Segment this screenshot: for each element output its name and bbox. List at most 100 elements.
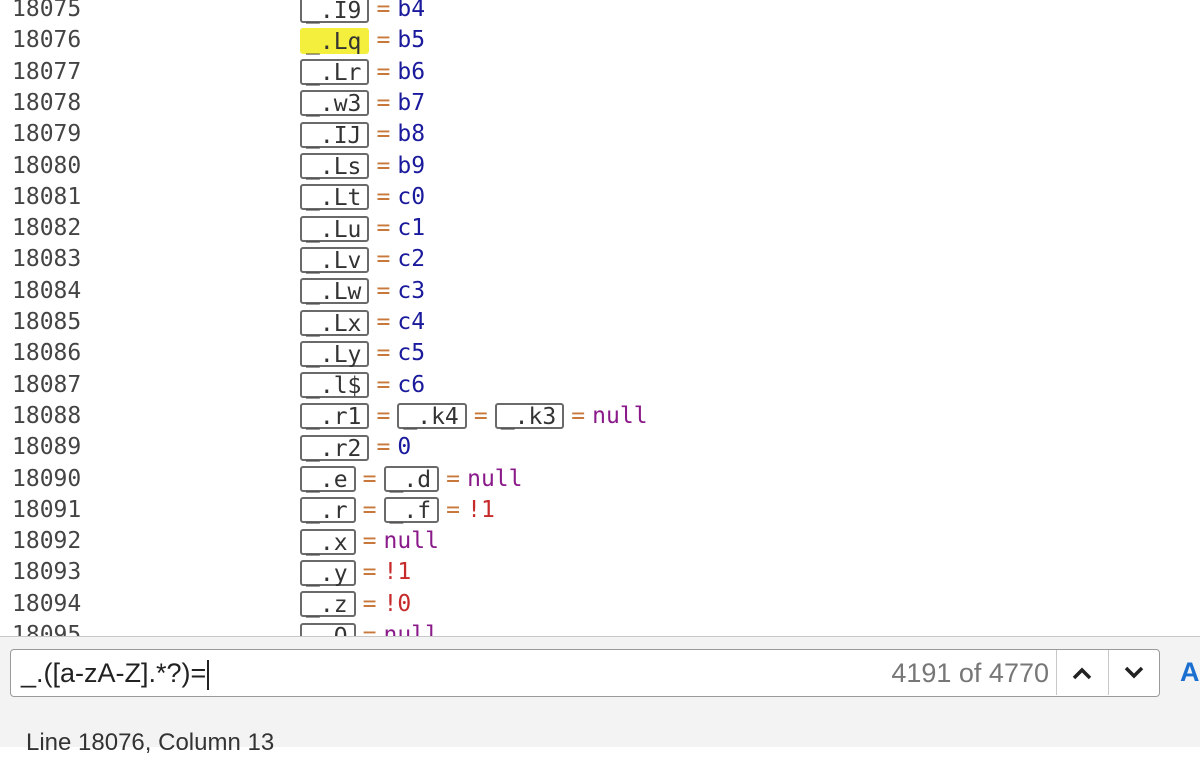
code-content[interactable]: _.w3 = b7 bbox=[300, 88, 425, 119]
code-line[interactable]: 18093 _.y = !1 bbox=[0, 557, 1200, 588]
line-number: 18094 bbox=[12, 590, 82, 617]
code-content[interactable]: _.Ls = b9 bbox=[300, 151, 425, 182]
code-line[interactable]: 18086 _.Ly = c5 bbox=[0, 338, 1200, 369]
line-number: 18084 bbox=[12, 277, 82, 304]
code-token[interactable]: _.f bbox=[383, 497, 440, 524]
code-content[interactable]: _.x = null bbox=[300, 526, 439, 557]
equals-operator: = bbox=[376, 402, 391, 429]
find-query-text[interactable]: _.([a-zA-Z].*?)= bbox=[21, 656, 209, 690]
next-match-button[interactable] bbox=[1108, 650, 1159, 695]
code-token[interactable]: _.I9 bbox=[300, 0, 370, 23]
code-content[interactable]: _.l$ = c6 bbox=[300, 370, 425, 401]
code-line[interactable]: 18087 _.l$ = c6 bbox=[0, 370, 1200, 401]
code-content[interactable]: _.r2 = 0 bbox=[300, 432, 411, 463]
code-content[interactable]: _.Lx = c4 bbox=[300, 307, 425, 338]
find-options-button[interactable]: A bbox=[1180, 657, 1200, 688]
code-content[interactable]: _.Lu = c1 bbox=[300, 213, 425, 244]
code-token[interactable]: _.Lr bbox=[300, 59, 370, 86]
equals-operator: = bbox=[376, 434, 391, 461]
code-token[interactable]: _.r1 bbox=[300, 403, 370, 430]
code-value: c2 bbox=[397, 246, 426, 273]
code-line[interactable]: 18080 _.Ls = b9 bbox=[0, 151, 1200, 182]
code-line[interactable]: 18083 _.Lv = c2 bbox=[0, 244, 1200, 275]
code-line[interactable]: 18095 _.O = null bbox=[0, 620, 1200, 636]
code-value: !0 bbox=[383, 590, 412, 617]
code-value: c4 bbox=[397, 309, 426, 335]
code-line[interactable]: 18082 _.Lu = c1 bbox=[0, 213, 1200, 244]
code-value: c1 bbox=[397, 215, 426, 242]
equals-operator: = bbox=[376, 340, 391, 367]
code-token[interactable]: _.Lv bbox=[300, 246, 370, 273]
find-bar: _.([a-zA-Z].*?)= 4191 of 4770 A Line 180… bbox=[0, 636, 1200, 756]
code-value: c6 bbox=[397, 371, 426, 398]
code-token[interactable]: _.z bbox=[300, 591, 356, 618]
code-token[interactable]: _.Ls bbox=[300, 153, 370, 179]
code-token[interactable]: _.x bbox=[300, 528, 356, 555]
highlighted-match-token[interactable]: _.Lq bbox=[300, 27, 370, 54]
code-token[interactable]: _.e bbox=[300, 466, 356, 492]
code-token[interactable]: _.Lx bbox=[300, 309, 370, 336]
code-content[interactable]: _.Lt = c0 bbox=[300, 182, 425, 213]
code-value: b8 bbox=[397, 121, 426, 148]
previous-match-button[interactable] bbox=[1056, 650, 1107, 695]
code-content[interactable]: _.z = !0 bbox=[300, 589, 411, 620]
code-line[interactable]: 18079 _.IJ = b8 bbox=[0, 119, 1200, 150]
code-token[interactable]: _.y bbox=[300, 559, 356, 586]
code-token[interactable]: _.Ly bbox=[300, 340, 370, 367]
code-token[interactable]: _.Lt bbox=[300, 184, 370, 211]
code-token[interactable]: _.k4 bbox=[397, 403, 467, 430]
code-token[interactable]: _.k3 bbox=[494, 403, 565, 430]
code-token[interactable]: _.r bbox=[300, 497, 356, 524]
code-token[interactable]: _.w3 bbox=[300, 90, 370, 117]
code-value: !1 bbox=[467, 496, 495, 523]
code-line[interactable]: 18077 _.Lr = b6 bbox=[0, 57, 1200, 88]
code-line[interactable]: 18090 _.e = _.d = null bbox=[0, 464, 1200, 495]
code-token[interactable]: _.l$ bbox=[300, 372, 370, 399]
code-editor[interactable]: 18075 _.I9 = b4 18076 _.Lq = b5 18077 _.Lr = b6 1807… bbox=[0, 0, 1200, 636]
code-content[interactable]: _.Lr = b6 bbox=[300, 57, 425, 88]
code-line[interactable]: 18084 _.Lw = c3 bbox=[0, 276, 1200, 307]
equals-operator: = bbox=[362, 590, 377, 617]
code-line[interactable]: 18088 _.r1 = _.k4 = _.k3 = null bbox=[0, 401, 1200, 432]
code-content[interactable]: _.Ly = c5 bbox=[300, 338, 425, 369]
chevron-up-icon bbox=[1072, 667, 1092, 679]
code-line[interactable]: 18075 _.I9 = b4 bbox=[0, 0, 1200, 25]
code-value: c3 bbox=[397, 277, 426, 304]
code-token[interactable]: _.d bbox=[383, 466, 440, 492]
line-number: 18078 bbox=[12, 89, 82, 116]
code-line[interactable]: 18076 _.Lq = b5 bbox=[0, 25, 1200, 56]
code-line[interactable]: 18089 _.r2 = 0 bbox=[0, 432, 1200, 463]
equals-operator: = bbox=[362, 465, 377, 492]
code-value: b7 bbox=[397, 89, 426, 116]
code-content[interactable]: _.r1 = _.k4 = _.k3 = null bbox=[300, 401, 648, 432]
code-line[interactable]: 18094 _.z = !0 bbox=[0, 589, 1200, 620]
code-content[interactable]: _.I9 = b4 bbox=[300, 0, 425, 25]
line-number: 18075 bbox=[12, 0, 82, 22]
equals-operator: = bbox=[376, 58, 391, 85]
code-content[interactable]: _.O = null bbox=[300, 620, 439, 636]
code-content[interactable]: _.y = !1 bbox=[300, 557, 411, 588]
code-content[interactable]: _.e = _.d = null bbox=[300, 464, 522, 495]
code-line[interactable]: 18092 _.x = null bbox=[0, 526, 1200, 557]
code-content[interactable]: _.IJ = b8 bbox=[300, 119, 425, 150]
code-token[interactable]: _.Lu bbox=[300, 215, 370, 242]
code-line[interactable]: 18091 _.r = _.f = !1 bbox=[0, 495, 1200, 526]
code-line[interactable]: 18078 _.w3 = b7 bbox=[0, 88, 1200, 119]
code-content[interactable]: _.r = _.f = !1 bbox=[300, 495, 495, 526]
code-token[interactable]: _.IJ bbox=[300, 121, 370, 148]
code-content[interactable]: _.Lv = c2 bbox=[300, 244, 425, 275]
chevron-down-icon bbox=[1124, 666, 1144, 678]
equals-operator: = bbox=[376, 246, 391, 273]
code-value: b5 bbox=[397, 27, 426, 54]
code-token[interactable]: _.r2 bbox=[300, 434, 370, 461]
code-token[interactable]: _.Lw bbox=[300, 278, 370, 305]
equals-operator: = bbox=[376, 215, 391, 242]
code-line[interactable]: 18081 _.Lt = c0 bbox=[0, 182, 1200, 213]
code-content[interactable]: _.Lw = c3 bbox=[300, 276, 425, 307]
code-line[interactable]: 18085 _.Lx = c4 bbox=[0, 307, 1200, 338]
code-content[interactable]: _.Lq = b5 bbox=[300, 25, 425, 56]
find-input[interactable]: _.([a-zA-Z].*?)= 4191 of 4770 bbox=[10, 649, 1160, 697]
line-number: 18082 bbox=[12, 215, 82, 242]
code-value: b6 bbox=[397, 58, 426, 85]
code-token[interactable]: _.O bbox=[300, 622, 356, 636]
